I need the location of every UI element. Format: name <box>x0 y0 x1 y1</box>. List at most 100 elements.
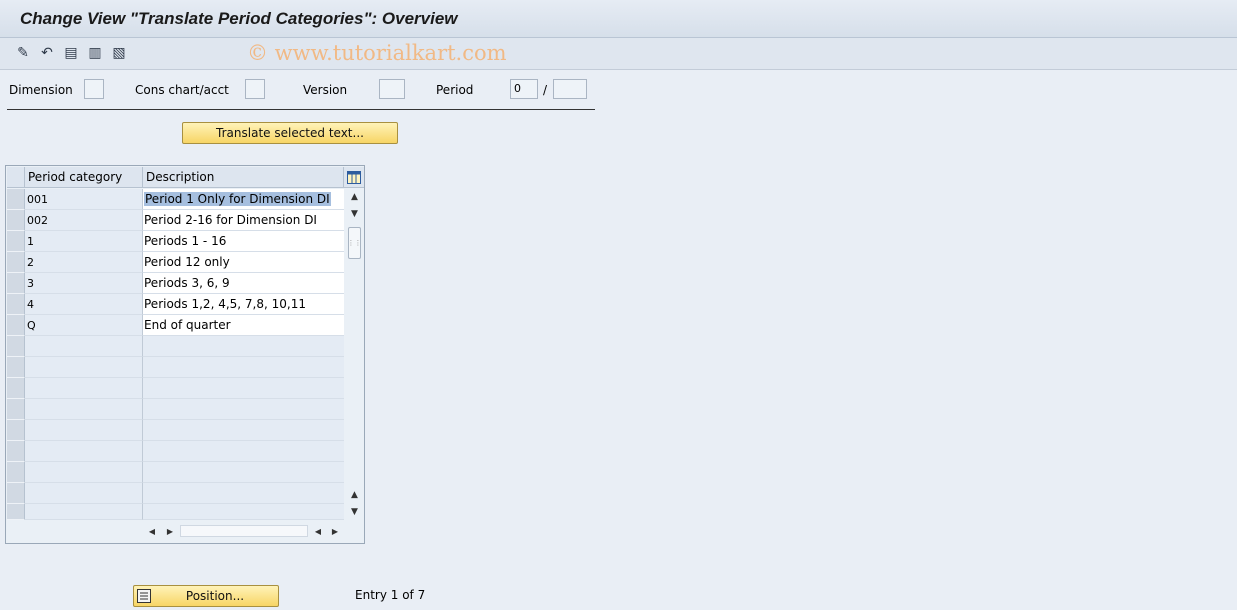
row-selector[interactable] <box>7 399 25 420</box>
table-settings-icon[interactable] <box>344 167 364 188</box>
scroll-up-icon[interactable]: ▲ <box>346 190 363 204</box>
table-row[interactable]: 3 Periods 3, 6, 9 <box>7 273 344 294</box>
scroll-down-icon[interactable]: ▼ <box>346 207 363 221</box>
period-category-cell: 001 <box>25 189 143 210</box>
table-row[interactable]: 2 Period 12 only <box>7 252 344 273</box>
row-selector[interactable] <box>7 189 25 210</box>
period-separator: / <box>543 83 548 97</box>
dimension-label: Dimension <box>9 83 73 97</box>
position-button[interactable]: Position... <box>133 585 279 607</box>
title-bar: Change View "Translate Period Categories… <box>0 0 1237 38</box>
row-selector[interactable] <box>7 210 25 231</box>
empty-cell <box>25 420 143 441</box>
column-header-description[interactable]: Description <box>143 167 344 188</box>
row-selector[interactable] <box>7 441 25 462</box>
period-category-cell: 4 <box>25 294 143 315</box>
empty-cell <box>143 504 344 520</box>
description-input[interactable]: Periods 3, 6, 9 <box>143 273 344 294</box>
row-selector[interactable] <box>7 504 25 520</box>
empty-cell <box>25 399 143 420</box>
row-selector[interactable] <box>7 483 25 504</box>
empty-table-row <box>7 399 344 420</box>
description-input[interactable]: Periods 1 - 16 <box>143 231 344 252</box>
row-selector[interactable] <box>7 252 25 273</box>
period-category-cell: 3 <box>25 273 143 294</box>
description-input[interactable]: Period 12 only <box>143 252 344 273</box>
row-selector[interactable] <box>7 462 25 483</box>
empty-cell <box>25 462 143 483</box>
table-row[interactable]: 001 Period 1 Only for Dimension DI <box>7 189 344 210</box>
description-input[interactable]: Period 2-16 for Dimension DI <box>143 210 344 231</box>
empty-cell <box>25 357 143 378</box>
empty-cell <box>143 420 344 441</box>
scroll-page-up-icon[interactable]: ▲ <box>346 488 363 502</box>
row-selector[interactable] <box>7 357 25 378</box>
display-change-icon[interactable]: ✎ <box>14 44 32 62</box>
row-selector[interactable] <box>7 231 25 252</box>
row-selector[interactable] <box>7 294 25 315</box>
select-all-rows-corner[interactable] <box>7 167 25 188</box>
empty-table-row <box>7 378 344 399</box>
empty-table-row <box>7 441 344 462</box>
table-row[interactable]: 4 Periods 1,2, 4,5, 7,8, 10,11 <box>7 294 344 315</box>
version-field[interactable] <box>379 79 405 99</box>
row-selector[interactable] <box>7 336 25 357</box>
description-input[interactable]: End of quarter <box>143 315 344 336</box>
scroll-right-icon[interactable]: ▶ <box>164 523 176 539</box>
empty-cell <box>143 336 344 357</box>
table-row[interactable]: 002 Period 2-16 for Dimension DI <box>7 210 344 231</box>
horizontal-scrollbar[interactable]: ◀ ▶ ◀ ▶ <box>146 523 346 539</box>
empty-table-row <box>7 420 344 441</box>
row-selector[interactable] <box>7 273 25 294</box>
empty-cell <box>143 399 344 420</box>
application-toolbar: ✎ ↶ ▤ ▥ ▧ © www.tutorialkart.com <box>0 38 1237 70</box>
cons-chart-label: Cons chart/acct <box>135 83 229 97</box>
description-input[interactable]: Period 1 Only for Dimension DI <box>143 189 344 210</box>
position-button-label: Position... <box>185 589 245 603</box>
empty-cell <box>143 483 344 504</box>
table-row[interactable]: Q End of quarter <box>7 315 344 336</box>
description-input[interactable]: Periods 1,2, 4,5, 7,8, 10,11 <box>143 294 344 315</box>
select-all-icon[interactable]: ▤ <box>62 44 80 62</box>
scroll-page-down-icon[interactable]: ▼ <box>346 505 363 519</box>
period-category-table: Period category Description 001 Period 1… <box>5 165 365 544</box>
column-header-period-category[interactable]: Period category <box>25 167 143 188</box>
row-selector[interactable] <box>7 420 25 441</box>
empty-cell <box>25 504 143 520</box>
vertical-scrollbar[interactable]: ▲ ▼ ⋮⋮ ▲ ▼ <box>346 189 363 519</box>
select-block-icon[interactable]: ▥ <box>86 44 104 62</box>
description-text: Period 1 Only for Dimension DI <box>144 192 331 206</box>
table-row[interactable]: 1 Periods 1 - 16 <box>7 231 344 252</box>
selection-header: Dimension Cons chart/acct Version Period… <box>0 79 600 101</box>
scroll-left-end-icon[interactable]: ◀ <box>312 523 324 539</box>
period-category-cell: 2 <box>25 252 143 273</box>
position-icon <box>136 588 152 604</box>
scroll-left-icon[interactable]: ◀ <box>146 523 158 539</box>
deselect-all-icon[interactable]: ▧ <box>110 44 128 62</box>
row-selector[interactable] <box>7 315 25 336</box>
header-divider <box>7 109 595 110</box>
empty-cell <box>25 336 143 357</box>
empty-cell <box>25 378 143 399</box>
watermark: © www.tutorialkart.com <box>247 41 507 65</box>
empty-table-row <box>7 462 344 483</box>
empty-cell <box>143 378 344 399</box>
period-from-field[interactable]: 0 <box>510 79 538 99</box>
page-title: Change View "Translate Period Categories… <box>20 9 458 28</box>
horizontal-scroll-track[interactable] <box>180 525 308 537</box>
empty-cell <box>143 462 344 483</box>
dimension-field[interactable] <box>84 79 104 99</box>
period-category-cell: Q <box>25 315 143 336</box>
empty-table-row <box>7 357 344 378</box>
period-to-field[interactable] <box>553 79 587 99</box>
undo-icon[interactable]: ↶ <box>38 44 56 62</box>
version-label: Version <box>303 83 348 97</box>
scroll-thumb[interactable]: ⋮⋮ <box>348 227 362 259</box>
scroll-right-end-icon[interactable]: ▶ <box>329 523 341 539</box>
empty-table-row <box>7 336 344 357</box>
cons-chart-field[interactable] <box>245 79 265 99</box>
empty-cell <box>143 441 344 462</box>
empty-cell <box>25 483 143 504</box>
row-selector[interactable] <box>7 378 25 399</box>
translate-selected-text-button[interactable]: Translate selected text... <box>182 122 398 144</box>
